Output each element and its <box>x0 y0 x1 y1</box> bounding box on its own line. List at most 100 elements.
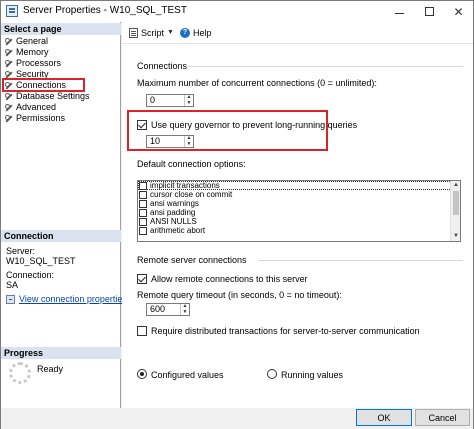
running-values-radio[interactable] <box>267 369 277 379</box>
page-item-label: Memory <box>16 47 49 57</box>
progress-spinner-icon <box>9 362 31 384</box>
toolbar: Script ▼ ? Help <box>122 22 473 44</box>
progress-area: Ready <box>9 362 63 384</box>
right-pane: Script ▼ ? Help Connections Maximum numb… <box>122 22 473 408</box>
list-item[interactable]: ansi padding <box>138 208 460 217</box>
default-options-list[interactable]: implicit transactions cursor close on co… <box>137 180 461 242</box>
option-checkbox[interactable] <box>139 217 147 226</box>
connections-group-title: Connections <box>137 61 188 71</box>
divider <box>188 66 463 67</box>
help-button[interactable]: ? Help <box>179 27 212 38</box>
progress-status: Ready <box>37 364 64 374</box>
list-item[interactable]: arithmetic abort <box>138 226 460 235</box>
select-page-header: Select a page <box>1 23 121 35</box>
list-item[interactable]: ansi warnings <box>138 199 460 208</box>
divider <box>258 260 463 261</box>
maximize-icon <box>424 7 434 16</box>
stepper-arrows[interactable]: ▲ ▼ <box>184 136 193 147</box>
chevron-down-icon: ▼ <box>186 99 192 106</box>
selected-page-highlight <box>2 78 85 92</box>
page-item-processors[interactable]: Processors <box>5 58 90 69</box>
page-item-memory[interactable]: Memory <box>5 47 90 58</box>
cancel-button[interactable]: Cancel <box>415 409 470 426</box>
option-checkbox[interactable] <box>139 181 147 190</box>
title-bar[interactable]: Server Properties - W10_SQL_TEST ✕ <box>1 1 473 22</box>
server-properties-icon <box>6 5 18 17</box>
page-item-label: General <box>16 36 49 46</box>
option-label: ansi warnings <box>150 199 199 208</box>
properties-icon <box>6 294 15 304</box>
close-icon: ✕ <box>453 4 464 19</box>
wrench-icon <box>5 37 13 46</box>
option-checkbox[interactable] <box>139 226 147 235</box>
option-label: cursor close on commit <box>150 190 233 199</box>
option-checkbox[interactable] <box>139 190 147 199</box>
chevron-down-icon: ▼ <box>182 308 188 315</box>
page-item-label: Database Settings <box>16 91 90 101</box>
window-title: Server Properties - W10_SQL_TEST <box>23 5 187 16</box>
scroll-thumb[interactable] <box>453 191 459 215</box>
wrench-icon <box>5 103 13 112</box>
scroll-down-icon[interactable]: ▼ <box>451 232 460 241</box>
default-options-label: Default connection options: <box>137 159 246 169</box>
option-label: implicit transactions <box>150 181 220 190</box>
page-item-permissions[interactable]: Permissions <box>5 113 90 124</box>
page-item-advanced[interactable]: Advanced <box>5 102 90 113</box>
option-checkbox[interactable] <box>139 199 147 208</box>
ok-button[interactable]: OK <box>356 409 412 426</box>
script-button[interactable]: Script ▼ <box>129 27 174 38</box>
wrench-icon <box>5 114 13 123</box>
max-connections-value: 0 <box>150 95 156 105</box>
page-item-label: Permissions <box>16 113 66 123</box>
query-governor-stepper[interactable]: 10 ▲ ▼ <box>146 135 194 148</box>
configured-values-radio[interactable] <box>137 369 147 379</box>
connection-label: Connection: <box>6 270 55 280</box>
allow-remote-label: Allow remote connections to this server <box>151 274 308 284</box>
view-connection-properties-link[interactable]: View connection properties <box>6 294 127 304</box>
list-scrollbar[interactable]: ▲ ▼ <box>450 181 460 241</box>
stepper-arrows[interactable]: ▲ ▼ <box>180 304 189 315</box>
remote-timeout-stepper[interactable]: 600 ▲ ▼ <box>146 303 190 316</box>
connection-value: SA <box>6 280 19 290</box>
option-checkbox[interactable] <box>139 208 147 217</box>
server-label: Server: <box>6 246 36 256</box>
chevron-down-icon: ▼ <box>186 140 192 147</box>
maximize-button[interactable] <box>414 1 444 22</box>
query-governor-value: 10 <box>150 136 161 146</box>
close-button[interactable]: ✕ <box>444 1 473 22</box>
wrench-icon <box>5 48 13 57</box>
max-connections-stepper[interactable]: 0 ▲ ▼ <box>146 94 194 107</box>
remote-group-title: Remote server connections <box>137 255 247 265</box>
max-connections-label: Maximum number of concurrent connections… <box>137 78 377 88</box>
list-item[interactable]: implicit transactions <box>138 181 460 190</box>
page-item-general[interactable]: General <box>5 36 90 47</box>
stepper-arrows[interactable]: ▲ ▼ <box>184 95 193 106</box>
scroll-up-icon[interactable]: ▲ <box>451 181 460 190</box>
allow-remote-checkbox[interactable] <box>137 274 147 284</box>
page-item-label: Advanced <box>16 102 57 112</box>
list-item[interactable]: ANSI NULLS <box>138 217 460 226</box>
distributed-transactions-checkbox[interactable] <box>137 326 147 336</box>
remote-timeout-label: Remote query timeout (in seconds, 0 = no… <box>137 290 342 300</box>
page-item-label: Processors <box>16 58 62 68</box>
wrench-icon <box>5 92 13 101</box>
server-value: W10_SQL_TEST <box>6 256 76 266</box>
remote-timeout-value: 600 <box>150 304 166 314</box>
help-label: Help <box>192 27 212 38</box>
configured-values-label: Configured values <box>151 370 224 380</box>
minimize-button[interactable] <box>384 1 414 22</box>
wrench-icon <box>5 59 13 68</box>
query-governor-checkbox[interactable] <box>137 120 147 130</box>
query-governor-label: Use query governor to prevent long-runni… <box>151 120 358 130</box>
option-label: ansi padding <box>150 208 196 217</box>
help-icon: ? <box>179 27 190 38</box>
progress-header: Progress <box>1 347 121 359</box>
dialog-button-bar: OK Cancel <box>1 408 473 429</box>
option-label: arithmetic abort <box>150 226 206 235</box>
left-pane: Select a page General Memory Processors … <box>1 22 127 408</box>
list-item[interactable]: cursor close on commit <box>138 190 460 199</box>
minimize-icon <box>394 13 404 14</box>
script-label: Script <box>141 27 165 38</box>
page-item-database-settings[interactable]: Database Settings <box>5 91 90 102</box>
script-icon <box>129 27 138 38</box>
